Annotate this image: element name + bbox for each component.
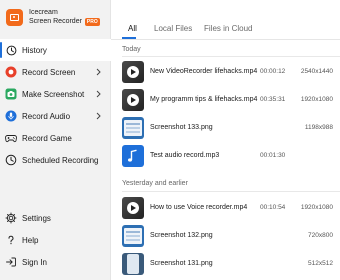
record-icon [5, 66, 17, 78]
file-resolution: 512x512 [308, 260, 333, 267]
tab-bar: All Local Files Files in Cloud [111, 0, 340, 40]
sidebar-item-settings[interactable]: Settings [0, 207, 111, 229]
tab-files-in-cloud[interactable]: Files in Cloud [204, 24, 252, 33]
section-divider [122, 191, 340, 192]
gamepad-icon [5, 132, 17, 144]
file-duration: 00:35:31 [260, 96, 286, 103]
list-item[interactable]: My programm tips & lifehacks.mp4 00:35:3… [111, 87, 340, 117]
sidebar-item-make-screenshot[interactable]: Make Screenshot [0, 83, 111, 105]
image-thumbnail [122, 117, 144, 139]
pro-badge: PRO [84, 17, 100, 26]
section-divider [122, 56, 340, 57]
video-thumbnail [122, 89, 144, 111]
history-list: Today New VideoRecorder lifehacks.mp4 00… [111, 41, 340, 280]
list-item[interactable]: Screenshot 131.png 512x512 [111, 251, 340, 280]
sign-in-icon [5, 256, 17, 268]
file-name: How to use Voice recorder.mp4 [150, 204, 248, 211]
chevron-right-icon [96, 68, 101, 76]
history-icon [5, 44, 17, 56]
list-item[interactable]: Screenshot 133.png 1198x988 [111, 115, 340, 145]
file-name: Screenshot 133.png [150, 124, 213, 131]
list-item[interactable]: How to use Voice recorder.mp4 00:10:54 1… [111, 195, 340, 225]
app-logo [6, 8, 23, 26]
file-duration: 00:10:54 [260, 204, 286, 211]
video-thumbnail [122, 197, 144, 219]
play-icon [127, 94, 139, 106]
list-item[interactable]: New VideoRecorder lifehacks.mp4 00:00:12… [111, 59, 340, 89]
sidebar-item-scheduled-recording[interactable]: Scheduled Recording [0, 149, 111, 171]
file-name: Screenshot 131.png [150, 260, 213, 267]
sidebar-item-label: Scheduled Recording [22, 155, 99, 165]
chevron-right-icon [96, 90, 101, 98]
sidebar-item-label: History [22, 45, 47, 55]
video-thumbnail [122, 61, 144, 83]
file-name: Test audio record.mp3 [150, 152, 220, 159]
app-name-line2: Screen Recorder [29, 18, 82, 25]
section-title-earlier: Yesterday and earlier [122, 180, 188, 187]
image-thumbnail [122, 253, 144, 275]
sidebar-item-record-game[interactable]: Record Game [0, 127, 111, 149]
help-icon [5, 234, 17, 246]
sidebar-item-label: Record Screen [22, 67, 76, 77]
sidebar-item-help[interactable]: Help [0, 229, 111, 251]
audio-thumbnail [122, 145, 144, 167]
sidebar-item-record-audio[interactable]: Record Audio [0, 105, 111, 127]
camera-icon [5, 88, 17, 100]
image-thumbnail [122, 225, 144, 247]
file-name: My programm tips & lifehacks.mp4 [150, 96, 258, 103]
sidebar: Icecream Screen Recorder PRO History Rec… [0, 0, 111, 280]
section-title-today: Today [122, 46, 141, 53]
file-name: New VideoRecorder lifehacks.mp4 [150, 68, 258, 75]
sidebar-item-label: Help [22, 235, 39, 245]
tab-all[interactable]: All [128, 24, 137, 33]
file-resolution: 2540x1440 [300, 68, 333, 75]
app-name-line1: Icecream [29, 9, 58, 16]
sidebar-item-history[interactable]: History [0, 39, 111, 61]
active-tab-indicator [122, 37, 136, 39]
file-resolution: 720x800 [308, 232, 333, 239]
file-duration: 00:00:12 [260, 68, 286, 75]
chevron-right-icon [96, 112, 101, 120]
music-note-icon [128, 149, 137, 162]
play-icon [127, 202, 139, 214]
list-item[interactable]: Test audio record.mp3 00:01:30 [111, 143, 340, 173]
clock-icon [5, 154, 17, 166]
sidebar-item-sign-in[interactable]: Sign In [0, 251, 111, 273]
play-icon [127, 66, 139, 78]
list-item[interactable]: Screenshot 132.png 720x800 [111, 223, 340, 253]
sidebar-item-label: Record Game [22, 133, 72, 143]
microphone-icon [5, 110, 17, 122]
file-name: Screenshot 132.png [150, 232, 213, 239]
file-resolution: 1198x988 [304, 124, 333, 131]
gear-icon [5, 212, 17, 224]
file-duration: 00:01:30 [260, 152, 286, 159]
sidebar-item-label: Settings [22, 213, 51, 223]
sidebar-item-record-screen[interactable]: Record Screen [0, 61, 111, 83]
sidebar-item-label: Sign In [22, 257, 47, 267]
file-resolution: 1920x1080 [300, 96, 333, 103]
app-brand: Icecream Screen Recorder PRO [6, 6, 100, 28]
sidebar-item-label: Make Screenshot [22, 89, 85, 99]
tab-local-files[interactable]: Local Files [154, 24, 192, 33]
sidebar-item-label: Record Audio [22, 111, 71, 121]
file-resolution: 1920x1080 [300, 204, 333, 211]
